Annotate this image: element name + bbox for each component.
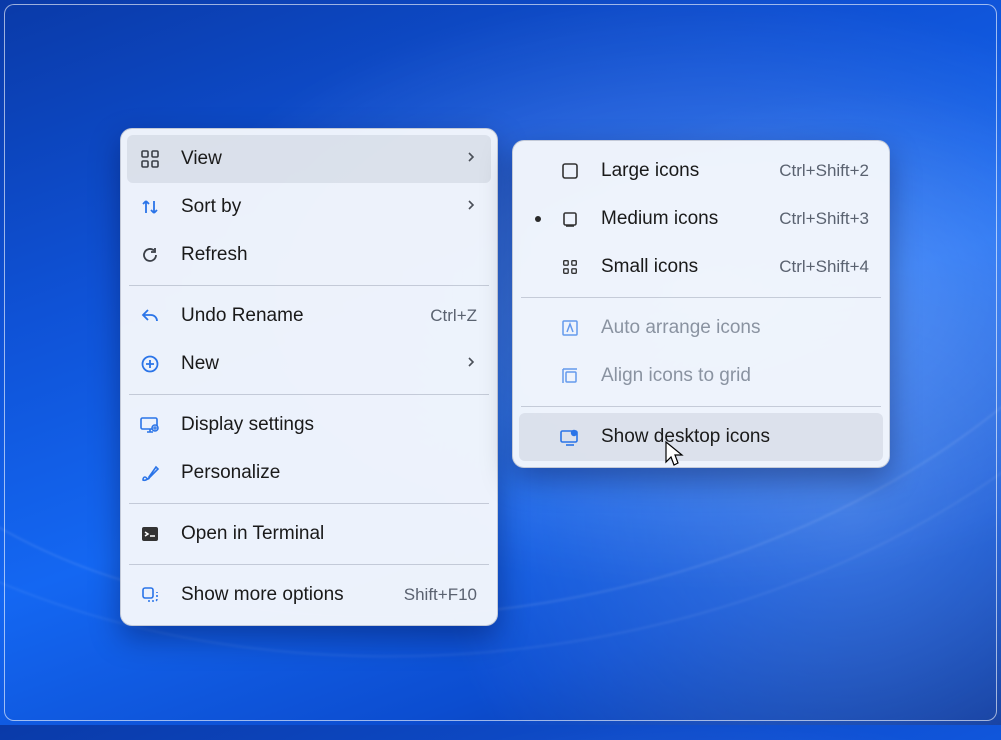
submenu-item-label: Align icons to grid — [601, 365, 869, 387]
menu-item-undo-rename[interactable]: Undo Rename Ctrl+Z — [127, 292, 491, 340]
view-icon — [139, 148, 161, 170]
menu-item-label: Display settings — [181, 414, 477, 436]
separator — [521, 406, 881, 407]
medium-icons-icon — [559, 208, 581, 230]
auto-arrange-icon — [559, 317, 581, 339]
menu-item-sort-by[interactable]: Sort by — [127, 183, 491, 231]
menu-item-new[interactable]: New — [127, 340, 491, 388]
menu-item-label: Refresh — [181, 244, 477, 266]
menu-item-label: Show more options — [181, 584, 394, 606]
sort-icon — [139, 196, 161, 218]
submenu-item-label: Small icons — [601, 256, 769, 278]
menu-item-refresh[interactable]: Refresh — [127, 231, 491, 279]
chevron-right-icon — [465, 198, 477, 216]
submenu-item-label: Show desktop icons — [601, 426, 869, 448]
view-submenu: Large icons Ctrl+Shift+2 Medium icons Ct… — [512, 140, 890, 468]
submenu-item-accelerator: Ctrl+Shift+3 — [779, 209, 869, 229]
refresh-icon — [139, 244, 161, 266]
submenu-item-auto-arrange[interactable]: Auto arrange icons — [519, 304, 883, 352]
submenu-item-small-icons[interactable]: Small icons Ctrl+Shift+4 — [519, 243, 883, 291]
submenu-item-medium-icons[interactable]: Medium icons Ctrl+Shift+3 — [519, 195, 883, 243]
separator — [521, 297, 881, 298]
menu-item-accelerator: Ctrl+Z — [430, 306, 477, 326]
submenu-item-align-to-grid[interactable]: Align icons to grid — [519, 352, 883, 400]
terminal-icon — [139, 523, 161, 545]
menu-item-label: Personalize — [181, 462, 477, 484]
menu-item-label: View — [181, 148, 457, 170]
menu-item-open-in-terminal[interactable]: Open in Terminal — [127, 510, 491, 558]
submenu-item-accelerator: Ctrl+Shift+4 — [779, 257, 869, 277]
show-desktop-icons-icon — [559, 426, 581, 448]
align-grid-icon — [559, 365, 581, 387]
large-icons-icon — [559, 160, 581, 182]
submenu-item-accelerator: Ctrl+Shift+2 — [779, 161, 869, 181]
personalize-icon — [139, 462, 161, 484]
chevron-right-icon — [465, 150, 477, 168]
chevron-right-icon — [465, 355, 477, 373]
separator — [129, 503, 489, 504]
desktop-context-menu: View Sort by Refresh Undo Rena — [120, 128, 498, 626]
menu-item-label: Undo Rename — [181, 305, 420, 327]
small-icons-icon — [559, 256, 581, 278]
menu-item-display-settings[interactable]: Display settings — [127, 401, 491, 449]
submenu-item-label: Medium icons — [601, 208, 769, 230]
separator — [129, 564, 489, 565]
submenu-item-show-desktop-icons[interactable]: Show desktop icons — [519, 413, 883, 461]
menu-item-accelerator: Shift+F10 — [404, 585, 477, 605]
menu-item-personalize[interactable]: Personalize — [127, 449, 491, 497]
menu-item-label: New — [181, 353, 457, 375]
menu-item-label: Open in Terminal — [181, 523, 477, 545]
menu-item-view[interactable]: View — [127, 135, 491, 183]
separator — [129, 394, 489, 395]
undo-icon — [139, 305, 161, 327]
more-options-icon — [139, 584, 161, 606]
display-settings-icon — [139, 414, 161, 436]
submenu-item-label: Large icons — [601, 160, 769, 182]
menu-item-label: Sort by — [181, 196, 457, 218]
separator — [129, 285, 489, 286]
new-icon — [139, 353, 161, 375]
radio-checked-icon — [535, 216, 541, 222]
submenu-item-label: Auto arrange icons — [601, 317, 869, 339]
submenu-item-large-icons[interactable]: Large icons Ctrl+Shift+2 — [519, 147, 883, 195]
menu-item-show-more-options[interactable]: Show more options Shift+F10 — [127, 571, 491, 619]
